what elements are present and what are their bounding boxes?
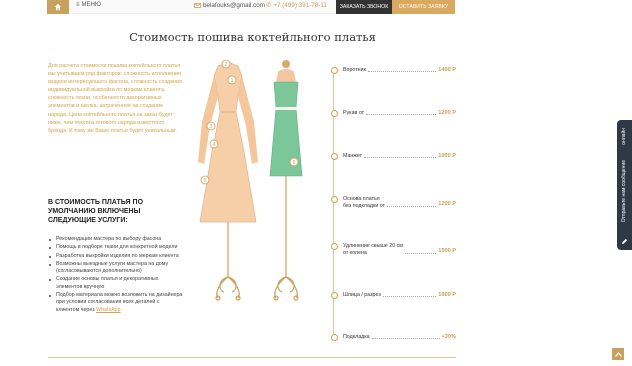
section-divider	[48, 357, 456, 358]
green-dress	[269, 60, 303, 177]
list-item: Разработка выкройки изделия по меркам кл…	[48, 253, 184, 260]
scroll-top-button[interactable]	[612, 348, 624, 360]
price-value: 1500 Р	[438, 248, 456, 254]
dotted-leader	[366, 110, 437, 115]
price-name: Подкладка	[343, 334, 370, 340]
timeline-dot	[331, 334, 338, 341]
chevron-up-icon	[614, 351, 622, 357]
price-value: 1000 Р	[438, 153, 456, 159]
home-icon	[54, 3, 62, 11]
top-bar: ≡ МЕНЮ belafouks@gmail.com ✆ +7 (499) 39…	[47, 0, 455, 14]
price-row: Воротник 1400 Р	[331, 67, 456, 74]
price-name: Манжет	[343, 153, 363, 159]
phone-icon: ✆	[266, 2, 272, 9]
list-item: Создание основы платья и декоративных эл…	[48, 276, 184, 291]
included-services-title: В СТОИМОСТЬ ПЛАТЬЯ ПО УМОЛЧАНИЮ ВКЛЮЧЕНЫ…	[48, 199, 144, 224]
chat-online-label: онлайн	[621, 128, 627, 145]
menu-button[interactable]: ≡ МЕНЮ	[76, 2, 101, 8]
price-name: Удлинение свыше 20 см от колена	[343, 243, 403, 256]
pencil-icon	[621, 238, 628, 245]
beige-dress	[198, 61, 258, 223]
price-name: Воротник	[343, 67, 366, 73]
whatsapp-link[interactable]: WhatsApp	[96, 307, 120, 313]
call-request-button[interactable]: ЗАКАЗАТЬ ЗВОНОК	[336, 0, 392, 14]
list-item: Помощь в подборе ткани для конкретной мо…	[48, 244, 184, 251]
marker-1: 1	[231, 78, 234, 84]
price-value: 1000 Р	[438, 292, 456, 298]
envelope-icon	[194, 3, 201, 8]
right-dress-stand	[273, 176, 299, 301]
chat-send-label: Отправьте нам сообщение	[621, 160, 627, 223]
dotted-leader	[364, 153, 437, 158]
price-row: Подкладка +30%	[331, 334, 456, 341]
timeline-dot	[331, 243, 338, 250]
dotted-leader	[382, 292, 437, 297]
intro-text: Для расчета стоимости пошива коктейльног…	[48, 63, 182, 134]
phone-text: +7 (499) 391-78-11	[273, 2, 327, 9]
home-button[interactable]	[47, 0, 69, 14]
list-item: Рекомендации мастера по выбору фасона	[48, 236, 184, 243]
price-row: Рукав от 1200 Р	[331, 110, 456, 117]
marker-3: 3	[210, 124, 213, 130]
dotted-leader	[387, 202, 437, 207]
included-services-list: Рекомендации мастера по выбору фасона По…	[48, 236, 184, 315]
list-item: Возможны выездные услуги мастера на дому…	[48, 261, 184, 276]
dotted-leader	[367, 67, 437, 72]
email-link[interactable]: belafouks@gmail.com	[194, 2, 265, 9]
price-name: Шлица / разрез	[343, 292, 381, 298]
left-dress-stand	[215, 222, 241, 301]
menu-label: МЕНЮ	[81, 2, 101, 8]
phone-link[interactable]: ✆ +7 (499) 391-78-11	[266, 2, 327, 9]
price-name: Основа платья без подкладки от	[343, 196, 385, 209]
dotted-leader	[371, 334, 440, 339]
timeline-dot	[331, 153, 338, 160]
marker-5: 5	[204, 178, 207, 184]
price-row: Удлинение свыше 20 см от колена 1500 Р	[331, 243, 456, 256]
page-title: Стоимость пошива коктейльного платья	[129, 30, 376, 44]
dress-illustration: 1 2 3 4 5 6	[198, 59, 303, 301]
hamburger-icon: ≡	[76, 2, 80, 8]
price-value: 1200 Р	[438, 110, 456, 116]
price-row: Шлица / разрез 1000 Р	[331, 292, 456, 299]
marker-4: 4	[213, 142, 216, 148]
email-text: belafouks@gmail.com	[203, 2, 266, 9]
timeline-dot	[331, 292, 338, 299]
list-item: Подбор материала можно возложить на диза…	[48, 292, 184, 314]
marker-6: 6	[293, 160, 296, 166]
timeline-dot	[331, 110, 338, 117]
timeline-dot	[331, 196, 338, 203]
price-value: 1200 Р	[438, 201, 456, 207]
chat-widget-tab[interactable]: онлайн Отправьте нам сообщение	[617, 120, 632, 250]
timeline-dot	[331, 67, 338, 74]
marker-2: 2	[225, 62, 228, 68]
price-row: Основа платья без подкладки от 1200 Р	[331, 196, 456, 209]
price-name: Рукав от	[343, 110, 365, 116]
price-row: Манжет 1000 Р	[331, 153, 456, 160]
price-value: +30%	[441, 334, 456, 340]
dotted-leader	[404, 249, 437, 254]
price-value: 1400 Р	[438, 67, 456, 73]
leave-request-button[interactable]: ОСТАВИТЬ ЗАЯВКУ	[392, 0, 455, 14]
